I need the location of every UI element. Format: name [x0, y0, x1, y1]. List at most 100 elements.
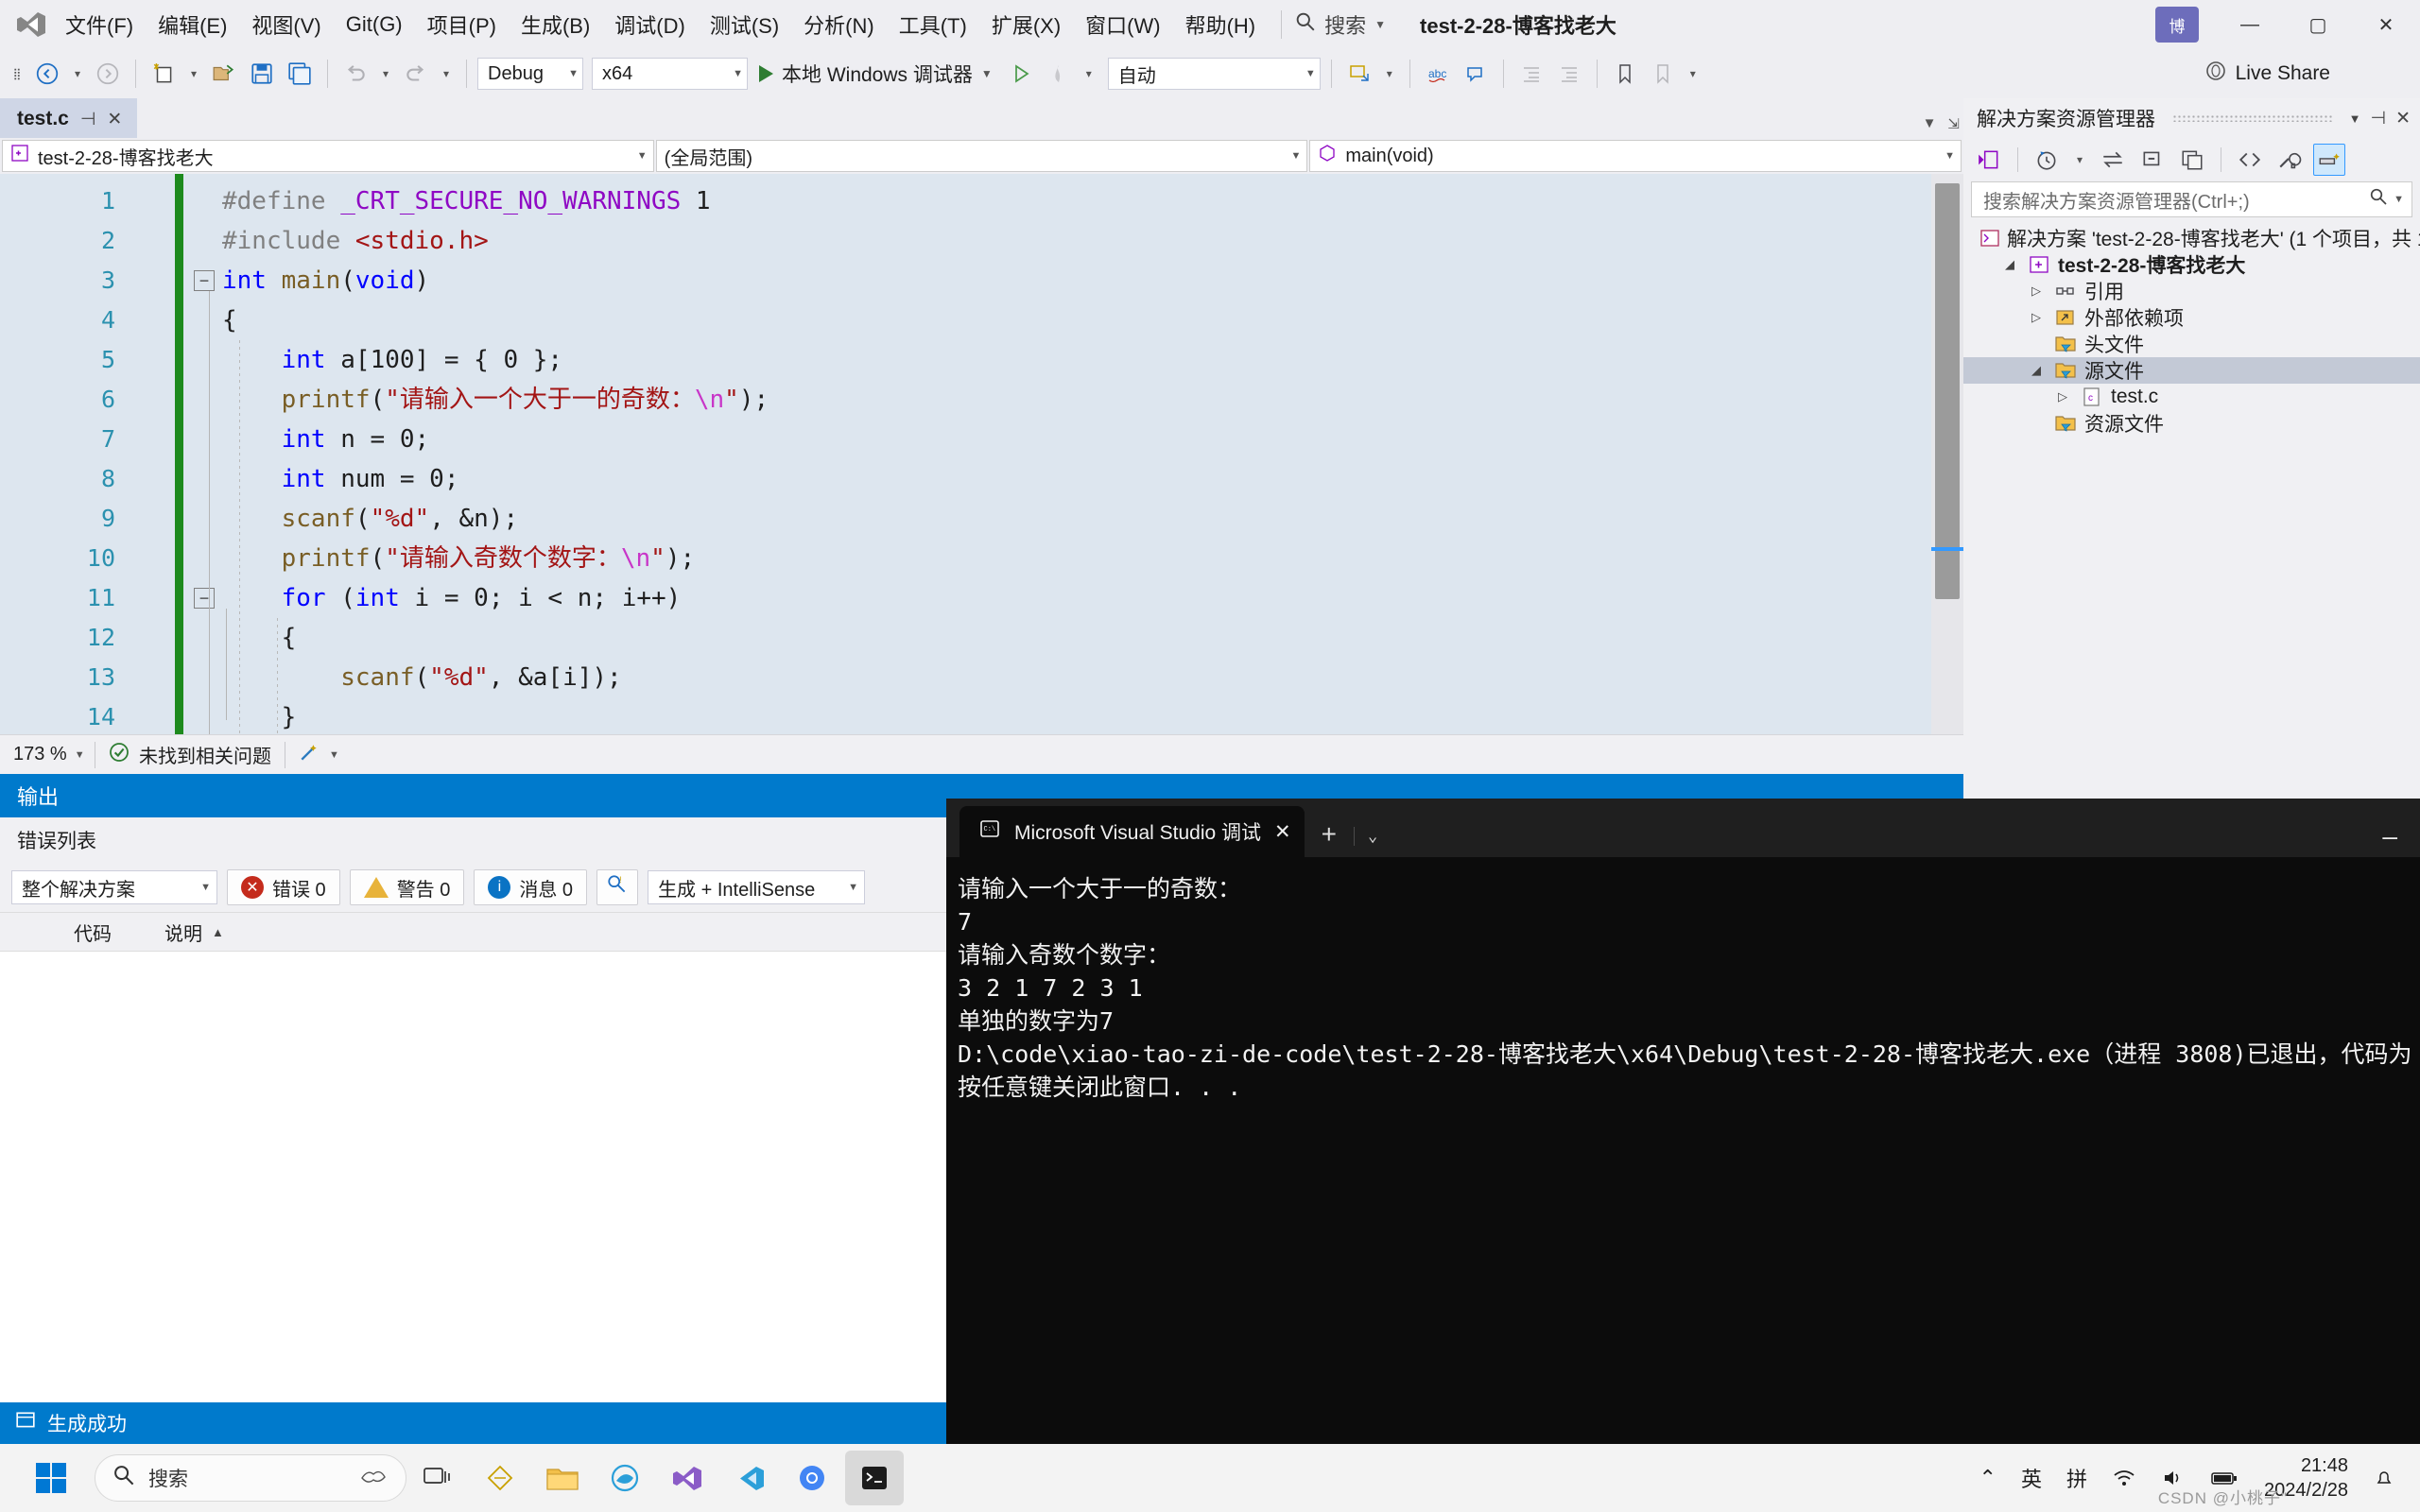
bookmark-button[interactable]: [1608, 57, 1642, 91]
live-share-button[interactable]: Live Share: [2204, 60, 2330, 88]
code-line[interactable]: int main(void): [222, 261, 1945, 301]
code-line[interactable]: }: [222, 697, 1945, 734]
navigate-forward-button[interactable]: [91, 57, 125, 91]
start-debugging-button[interactable]: 本地 Windows 调试器 ▼: [752, 60, 1000, 88]
tree-item-5[interactable]: ◢ 源文件: [1963, 357, 2420, 384]
issues-status[interactable]: 未找到相关问题: [95, 741, 285, 768]
chevron-down-icon[interactable]: ▼: [1374, 18, 1386, 31]
error-col-description[interactable]: 说明 ▲: [164, 919, 224, 946]
show-all-files-icon[interactable]: [2176, 144, 2208, 176]
visual-studio-taskbar-icon[interactable]: [658, 1451, 717, 1505]
copilot-icon[interactable]: [358, 1463, 389, 1493]
spell-check-button[interactable]: abc: [1421, 57, 1455, 91]
scrollbar-thumb[interactable]: [1935, 183, 1960, 599]
new-terminal-tab-button[interactable]: +: [1305, 819, 1354, 850]
menu-extensions[interactable]: 扩展(X): [979, 4, 1073, 45]
close-button[interactable]: ✕: [2352, 0, 2420, 49]
menu-window[interactable]: 窗口(W): [1073, 4, 1172, 45]
code-line[interactable]: scanf("%d", &a[i]);: [222, 658, 1945, 697]
redo-dropdown-icon[interactable]: ▾: [437, 57, 456, 91]
maximize-button[interactable]: ▢: [2284, 0, 2352, 49]
select-window-dropdown-icon[interactable]: ▾: [1380, 57, 1399, 91]
tree-item-2[interactable]: ▷ 引用: [1963, 278, 2420, 304]
code-line[interactable]: scanf("%d", &n);: [222, 499, 1945, 539]
save-all-button[interactable]: [283, 57, 317, 91]
twisty-icon[interactable]: ◢: [1999, 257, 2020, 272]
back-dropdown-icon[interactable]: ▾: [68, 57, 87, 91]
messages-filter-button[interactable]: i 消息 0: [474, 869, 588, 905]
menu-test[interactable]: 测试(S): [698, 4, 791, 45]
chevron-down-icon[interactable]: ▼: [2349, 112, 2361, 126]
navbar-project-combo[interactable]: test-2-28-博客找老大 ▼: [2, 140, 654, 172]
tabstrip-overflow[interactable]: ▼ ⇲: [1923, 115, 1960, 132]
collapse-all-icon[interactable]: [2136, 144, 2169, 176]
vscode-taskbar-icon[interactable]: [720, 1451, 779, 1505]
twisty-icon[interactable]: ◢: [2026, 363, 2047, 378]
chrome-taskbar-icon[interactable]: [783, 1451, 841, 1505]
chevron-down-icon[interactable]: ▼: [2394, 194, 2404, 205]
pending-changes-dropdown-icon[interactable]: ▾: [2070, 143, 2089, 177]
error-search-button[interactable]: !: [596, 869, 639, 905]
console-minimize-button[interactable]: —: [2365, 823, 2414, 851]
widgets-icon[interactable]: [471, 1451, 529, 1505]
terminal-taskbar-icon[interactable]: [845, 1451, 904, 1505]
errors-filter-button[interactable]: ✕ 错误 0: [227, 869, 340, 905]
close-icon[interactable]: ✕: [1274, 820, 1291, 844]
twisty-icon[interactable]: ▷: [2026, 284, 2047, 299]
undo-button[interactable]: [338, 57, 372, 91]
code-line[interactable]: {: [222, 618, 1945, 658]
sync-with-active-icon[interactable]: [2097, 144, 2129, 176]
toggle-bookmark-button[interactable]: [1646, 57, 1680, 91]
search-icon[interactable]: [2369, 187, 2388, 212]
build-intellisense-combo[interactable]: 生成 + IntelliSense ▼: [648, 870, 866, 904]
menu-file[interactable]: 文件(F): [53, 4, 146, 45]
fold-toggle[interactable]: −: [194, 588, 215, 609]
new-dropdown-icon[interactable]: ▾: [184, 57, 203, 91]
edge-legacy-icon[interactable]: [596, 1451, 654, 1505]
notifications-icon[interactable]: [2361, 1468, 2407, 1488]
menu-analyze[interactable]: 分析(N): [791, 4, 887, 45]
preview-selected-items-icon[interactable]: [2313, 144, 2345, 176]
tree-item-7[interactable]: 资源文件: [1963, 410, 2420, 437]
menu-project[interactable]: 项目(P): [415, 4, 509, 45]
start-button[interactable]: [25, 1455, 78, 1501]
start-without-debugging-button[interactable]: [1004, 57, 1038, 91]
editor-vertical-scrollbar[interactable]: [1931, 174, 1963, 734]
wifi-icon[interactable]: [2100, 1468, 2149, 1488]
solution-tree[interactable]: 解决方案 'test-2-28-博客找老大' (1 个项目，共 1 个 ◢ test…: [1963, 217, 2420, 437]
drag-handle[interactable]: [2172, 114, 2332, 122]
tree-item-0[interactable]: 解决方案 'test-2-28-博客找老大' (1 个项目，共 1 个: [1963, 225, 2420, 251]
close-icon[interactable]: ✕: [2395, 108, 2411, 129]
pin-icon[interactable]: ⊣: [2371, 108, 2387, 129]
file-explorer-icon[interactable]: [533, 1451, 592, 1505]
tab-test-c[interactable]: test.c ⊣ ✕: [0, 98, 138, 138]
hot-reload-dropdown-icon[interactable]: ▾: [1080, 57, 1098, 91]
error-scope-combo[interactable]: 整个解决方案 ▼: [11, 870, 217, 904]
configuration-combo[interactable]: Debug ▼: [477, 58, 583, 90]
code-line[interactable]: {: [222, 301, 1945, 340]
platform-combo[interactable]: x64 ▼: [592, 58, 748, 90]
tree-item-3[interactable]: ▷ 外部依赖项: [1963, 304, 2420, 331]
ime-language-indicator[interactable]: 英: [2009, 1463, 2054, 1493]
decrease-indent-button[interactable]: [1514, 57, 1548, 91]
close-icon[interactable]: ✕: [107, 109, 122, 130]
more-toolbar-icon[interactable]: ▾: [1684, 57, 1703, 91]
tree-item-6[interactable]: ▷ c test.c: [1963, 384, 2420, 410]
undo-dropdown-icon[interactable]: ▾: [376, 57, 395, 91]
ime-mode-indicator[interactable]: 拼: [2054, 1463, 2100, 1493]
code-line[interactable]: int n = 0;: [222, 420, 1945, 459]
code-line[interactable]: int a[100] = { 0 };: [222, 340, 1945, 380]
tree-item-4[interactable]: 头文件: [1963, 331, 2420, 357]
tree-item-1[interactable]: ◢ test-2-28-博客找老大: [1963, 251, 2420, 278]
code-line[interactable]: int num = 0;: [222, 459, 1945, 499]
switch-views-icon[interactable]: [1973, 144, 2005, 176]
twisty-icon[interactable]: ▷: [2052, 389, 2073, 404]
navigate-back-button[interactable]: [30, 57, 64, 91]
taskbar-search-input[interactable]: 搜索: [95, 1454, 406, 1502]
console-tab[interactable]: C:\ Microsoft Visual Studio 调试 ✕: [959, 806, 1305, 857]
navbar-function-combo[interactable]: main(void) ▼: [1309, 140, 1962, 172]
menu-help[interactable]: 帮助(H): [1173, 4, 1269, 45]
menu-git[interactable]: Git(G): [334, 7, 415, 43]
taskview-icon[interactable]: [408, 1451, 467, 1505]
terminal-dropdown-icon[interactable]: ⌄: [1354, 827, 1391, 846]
